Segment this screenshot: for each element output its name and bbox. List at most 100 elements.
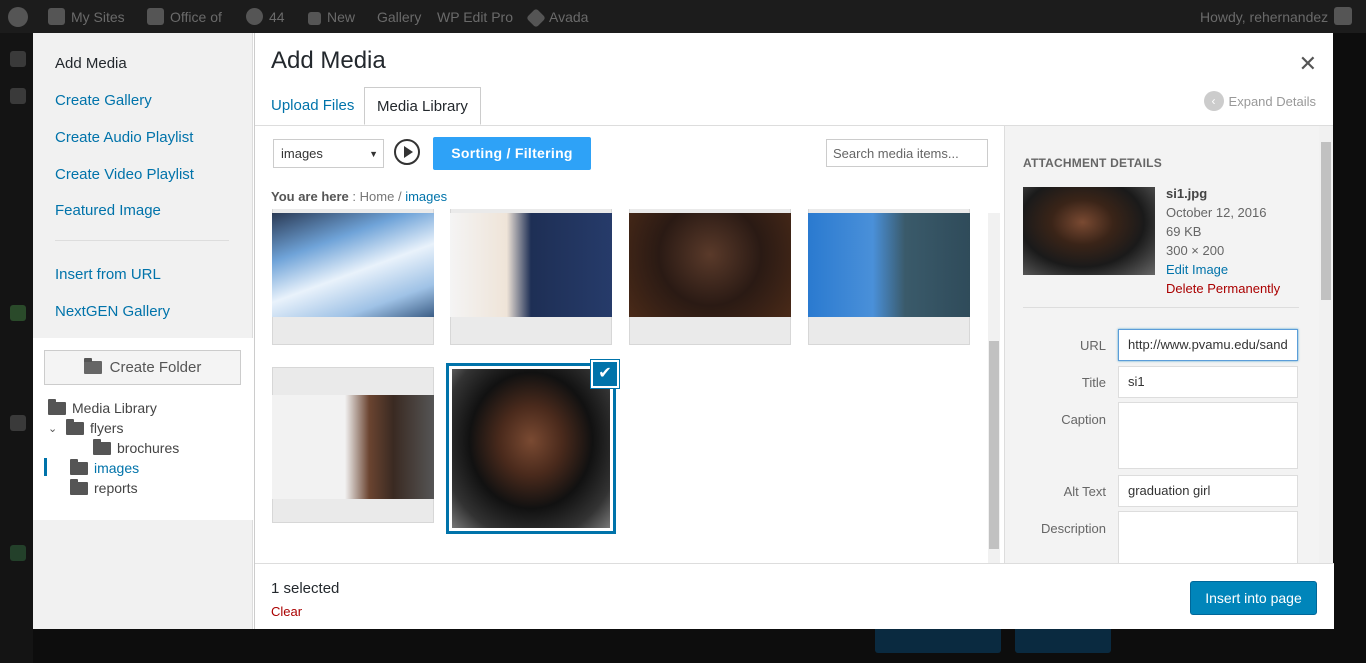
scrollbar-thumb[interactable] <box>1321 142 1331 300</box>
alt-text-label: Alt Text <box>1063 484 1106 499</box>
attachments-grid: ✔ <box>255 209 985 563</box>
details-separator <box>1023 307 1299 308</box>
folder-panel: Create Folder Media Library ⌄ flyers bro… <box>33 338 253 520</box>
folder-flyers[interactable]: ⌄ flyers <box>48 418 123 436</box>
dashboard-icon <box>10 51 26 67</box>
admin-menu-collapsed <box>0 33 33 663</box>
description-label: Description <box>1040 521 1106 536</box>
menu-separator <box>55 240 229 241</box>
menu-item-nextgen-gallery[interactable]: NextGEN Gallery <box>55 303 170 320</box>
chevron-down-icon[interactable]: ⌄ <box>48 422 60 435</box>
attachment-thumbnail[interactable] <box>272 209 434 345</box>
checkmark-icon[interactable]: ✔ <box>591 360 619 388</box>
menu-item-featured-image[interactable]: Featured Image <box>55 202 161 219</box>
wordpress-logo-icon[interactable] <box>8 0 34 33</box>
folder-media-library[interactable]: Media Library <box>48 398 157 416</box>
new-content-link[interactable]: New <box>308 0 355 33</box>
menu-item-create-video-playlist[interactable]: Create Video Playlist <box>55 166 194 183</box>
updates-link[interactable]: 44 <box>246 0 285 33</box>
avada-icon <box>526 8 546 28</box>
description-field[interactable] <box>1118 511 1298 563</box>
avada-link[interactable]: Avada <box>526 0 588 33</box>
folder-icon <box>48 398 66 415</box>
my-sites-link[interactable]: My Sites <box>48 0 125 33</box>
attachment-filename: si1.jpg <box>1166 186 1208 201</box>
menu-item-add-media[interactable]: Add Media <box>55 55 127 72</box>
details-scrollbar[interactable] <box>1319 126 1333 563</box>
attachment-thumbnail[interactable] <box>450 209 612 345</box>
folder-reports[interactable]: reports <box>70 478 138 496</box>
refresh-icon <box>246 8 263 25</box>
folder-images[interactable]: images <box>70 458 139 476</box>
attachment-size: 69 KB <box>1166 224 1202 239</box>
tools-icon <box>10 415 26 431</box>
alt-text-field[interactable]: graduation girl <box>1118 475 1298 507</box>
title-field[interactable]: si1 <box>1118 366 1298 398</box>
site-name-link[interactable]: Office of <box>147 0 222 33</box>
thumbnail-image <box>808 213 970 317</box>
breadcrumb: You are here : Home / images <box>271 189 448 204</box>
expand-details-button[interactable]: ‹ Expand Details <box>1203 91 1316 111</box>
admin-bar: My Sites Office of 44 New Gallery WP Edi… <box>0 0 1366 33</box>
menu-item-create-gallery[interactable]: Create Gallery <box>55 92 152 109</box>
attachment-thumbnail[interactable] <box>272 367 434 523</box>
active-folder-indicator <box>44 458 47 476</box>
menu-item-insert-from-url[interactable]: Insert from URL <box>55 266 161 283</box>
clear-selection-link[interactable]: Clear <box>271 604 302 619</box>
folder-icon <box>93 438 111 455</box>
media-type-select[interactable]: images ▼ <box>273 139 384 168</box>
settings-icon <box>10 545 26 561</box>
folder-brochures[interactable]: brochures <box>93 438 179 456</box>
folder-icon <box>70 458 88 475</box>
title-label: Title <box>1081 375 1106 390</box>
attachment-details-heading: Attachment Details <box>1023 156 1162 170</box>
attachment-date: October 12, 2016 <box>1166 205 1267 220</box>
chevron-left-icon: ‹ <box>1203 91 1224 111</box>
posts-icon <box>10 88 26 104</box>
play-icon[interactable] <box>394 139 420 165</box>
selection-count: 1 selected <box>271 580 340 597</box>
howdy-user[interactable]: Howdy, rehernandez <box>1200 0 1358 33</box>
thumbnail-image <box>450 213 612 317</box>
url-field[interactable]: http://www.pvamu.edu/sand <box>1118 329 1298 361</box>
media-toolbar-footer: 1 selected Clear Insert into page <box>255 563 1334 629</box>
attachment-thumbnail-selected[interactable]: ✔ <box>446 360 619 534</box>
thumbnail-image <box>272 395 434 499</box>
close-icon[interactable]: ✕ <box>1299 51 1317 77</box>
caption-label: Caption <box>1061 412 1106 427</box>
attachment-dimensions: 300 × 200 <box>1166 243 1225 258</box>
delete-permanently-link[interactable]: Delete Permanently <box>1166 281 1280 296</box>
breadcrumb-home[interactable]: Home <box>360 189 395 204</box>
insert-into-page-button[interactable]: Insert into page <box>1190 581 1317 615</box>
caption-field[interactable] <box>1118 402 1298 469</box>
attachment-thumbnail[interactable] <box>629 209 791 345</box>
sites-icon <box>48 8 65 25</box>
edit-image-link[interactable]: Edit Image <box>1166 262 1228 277</box>
search-input[interactable]: Search media items... <box>826 139 988 167</box>
wp-edit-pro-link[interactable]: WP Edit Pro <box>437 0 513 33</box>
home-icon <box>147 8 164 25</box>
sorting-filtering-button[interactable]: Sorting / Filtering <box>433 137 591 170</box>
url-label: URL <box>1079 338 1106 353</box>
attachment-preview-image <box>1023 187 1155 275</box>
create-folder-button[interactable]: Create Folder <box>44 350 241 385</box>
media-menu: Add Media Create Gallery Create Audio Pl… <box>33 33 253 629</box>
thumbnail-image <box>629 213 791 317</box>
plus-icon <box>308 12 321 25</box>
media-modal: Add Media Create Gallery Create Audio Pl… <box>33 33 1334 629</box>
menu-item-create-audio-playlist[interactable]: Create Audio Playlist <box>55 129 193 146</box>
thumbnail-image <box>452 369 610 528</box>
avatar <box>1334 7 1353 25</box>
folder-icon <box>66 418 84 435</box>
grid-scrollbar[interactable] <box>988 213 1000 563</box>
attachment-details: Attachment Details si1.jpg October 12, 2… <box>1004 126 1333 563</box>
attachment-thumbnail[interactable] <box>808 209 970 345</box>
breadcrumb-current[interactable]: images <box>405 189 447 204</box>
folder-icon <box>70 478 88 495</box>
media-frame-main: Add Media ✕ Upload Files Media Library ‹… <box>254 33 1334 629</box>
tab-media-library[interactable]: Media Library <box>364 87 481 125</box>
scrollbar-thumb[interactable] <box>989 341 999 549</box>
tab-upload-files[interactable]: Upload Files <box>259 87 366 125</box>
folder-plus-icon <box>83 358 102 374</box>
gallery-link[interactable]: Gallery <box>377 0 421 33</box>
